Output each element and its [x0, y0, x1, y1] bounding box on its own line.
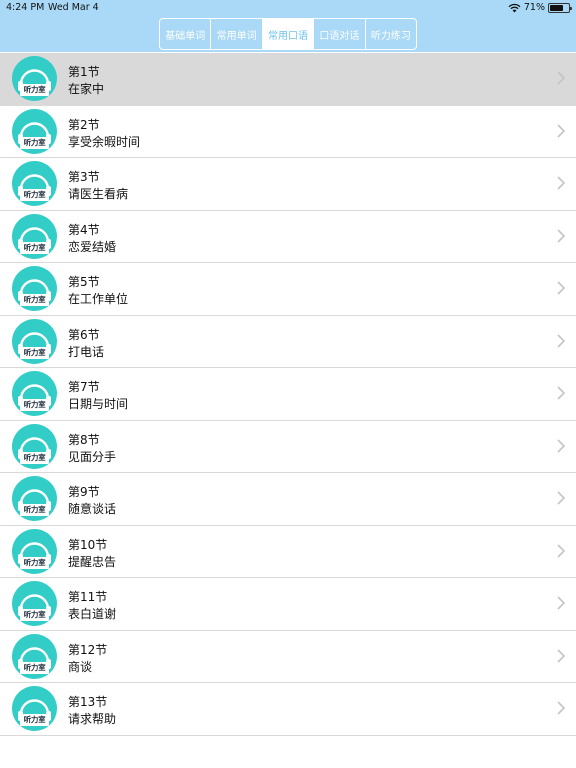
headphones-icon: 听力室 — [12, 161, 57, 206]
avatar-badge: 听力室 — [20, 609, 49, 621]
avatar-badge: 听力室 — [20, 84, 49, 96]
lesson-subtitle: 日期与时间 — [68, 397, 129, 411]
lesson-subtitle: 在家中 — [68, 82, 105, 96]
chevron-right-icon — [557, 281, 566, 295]
lesson-subtitle: 商谈 — [68, 659, 93, 674]
tab-2[interactable]: 常用单词 — [211, 19, 263, 49]
headphones-icon: 听力室 — [12, 318, 57, 364]
lesson-subtitle: 在工作单位 — [68, 292, 129, 306]
headphones-icon: 听力室 — [12, 476, 57, 521]
lesson-title: 第13节 — [68, 695, 108, 709]
avatar-badge: 听力室 — [20, 714, 49, 726]
status-time: 4:24 PM — [6, 2, 45, 13]
avatar-badge: 听力室 — [20, 399, 49, 411]
chevron-right-icon — [557, 176, 566, 190]
lesson-subtitle: 享受余暇时间 — [68, 134, 141, 149]
status-bar: 4:24 PM Wed Mar 4 71% — [0, 0, 576, 16]
chevron-right-icon — [557, 438, 566, 453]
chevron-right-icon — [557, 543, 566, 558]
lesson-row[interactable]: 听力室 第2节享受余暇时间 — [0, 105, 576, 158]
chevron-right-icon — [557, 701, 566, 715]
headphones-icon: 听力室 — [12, 633, 57, 679]
lesson-subtitle: 见面分手 — [68, 449, 117, 464]
avatar-badge: 听力室 — [20, 189, 49, 201]
lesson-row[interactable]: 听力室 第13节请求帮助 — [0, 683, 576, 736]
headphones-icon: 听力室 — [12, 581, 57, 626]
status-right: 71% — [508, 2, 572, 13]
headphones-icon: 听力室 — [12, 266, 57, 311]
avatar-badge: 听力室 — [20, 136, 49, 149]
headphones-icon: 听力室 — [12, 371, 57, 416]
headphones-icon: 听力室 — [12, 56, 57, 101]
lesson-list: 听力室 第1节 在家中 听力室 第2节 享受余暇时间 听力室 第3节 请医生看病 听力室 第4节 恋爱… — [0, 53, 576, 736]
chevron-right-icon — [557, 648, 566, 663]
lesson-subtitle: 提醒忠告 — [68, 554, 117, 569]
battery-level — [550, 4, 563, 11]
chevron-right-icon — [557, 333, 566, 348]
lesson-row[interactable]: 听力室 第3节请医生看病 — [0, 158, 576, 211]
battery-percent: 71% — [523, 2, 545, 13]
chevron-right-icon — [557, 123, 566, 138]
tab-4[interactable]: 口语对话 — [314, 19, 366, 49]
lesson-row[interactable]: 听力室 第11节表白道谢 — [0, 578, 576, 631]
lesson-row[interactable]: 听力室 第5节在工作单位 — [0, 263, 576, 316]
lesson-row[interactable]: 听力室 第6节打电话 — [0, 315, 576, 368]
headphones-icon: 听力室 — [12, 528, 57, 574]
avatar-badge: 听力室 — [20, 294, 49, 306]
avatar-badge: 听力室 — [20, 556, 49, 569]
headphones-icon: 听力室 — [12, 213, 57, 259]
battery-icon — [548, 2, 572, 13]
lesson-title: 第8节 — [68, 432, 100, 447]
lesson-title: 第1节 — [68, 65, 100, 79]
tab-5[interactable]: 听力练习 — [366, 19, 416, 49]
lesson-subtitle: 打电话 — [68, 344, 105, 359]
lesson-subtitle: 请医生看病 — [68, 187, 129, 201]
chevron-right-icon — [557, 596, 566, 610]
lesson-title: 第6节 — [68, 327, 100, 342]
lesson-row[interactable]: 听力室 第10节提醒忠告 — [0, 525, 576, 578]
lesson-subtitle: 恋爱结婚 — [68, 239, 117, 254]
lesson-row[interactable]: 听力室 第7节日期与时间 — [0, 368, 576, 421]
lesson-row[interactable]: 听力室 第1节在家中 — [0, 53, 576, 106]
category-segmented-control: 基础单词 常用单词 常用口语 口语对话 听力练习 — [159, 18, 417, 50]
lesson-subtitle: 请求帮助 — [68, 712, 117, 726]
lesson-title: 第4节 — [68, 222, 100, 237]
avatar-badge: 听力室 — [20, 451, 49, 464]
tab-1[interactable]: 基础单词 — [160, 19, 212, 49]
avatar-badge: 听力室 — [20, 241, 49, 254]
lesson-row[interactable]: 听力室 第8节见面分手 — [0, 420, 576, 473]
lesson-row[interactable]: 听力室 第9节随意谈话 — [0, 473, 576, 526]
chevron-right-icon — [557, 71, 566, 85]
tab-3[interactable]: 常用口语 — [262, 19, 315, 49]
lesson-title: 第10节 — [68, 537, 108, 552]
chevron-right-icon — [557, 228, 566, 243]
lesson-title: 第3节 — [68, 170, 100, 184]
headphones-icon: 听力室 — [12, 108, 57, 154]
lesson-row[interactable]: 听力室 第4节恋爱结婚 — [0, 210, 576, 263]
headphones-icon: 听力室 — [12, 686, 57, 731]
avatar-badge: 听力室 — [20, 661, 49, 674]
lesson-title: 第12节 — [68, 642, 108, 657]
lesson-subtitle: 随意谈话 — [68, 502, 117, 516]
status-date: Wed Mar 4 — [48, 2, 99, 13]
chevron-right-icon — [557, 491, 566, 505]
lesson-subtitle: 表白道谢 — [68, 607, 117, 621]
lesson-title: 第7节 — [68, 380, 100, 394]
avatar-badge: 听力室 — [20, 346, 49, 359]
nav-bar: 基础单词 常用单词 常用口语 口语对话 听力练习 — [0, 16, 576, 52]
lesson-title: 第11节 — [68, 590, 108, 604]
lesson-row[interactable]: 听力室 第12节商谈 — [0, 630, 576, 683]
lesson-title: 第5节 — [68, 275, 100, 289]
avatar-badge: 听力室 — [20, 504, 49, 516]
headphones-icon: 听力室 — [12, 423, 57, 469]
wifi-icon — [508, 3, 521, 12]
lesson-title: 第2节 — [68, 117, 100, 132]
chevron-right-icon — [557, 386, 566, 400]
lesson-title: 第9节 — [68, 485, 100, 499]
